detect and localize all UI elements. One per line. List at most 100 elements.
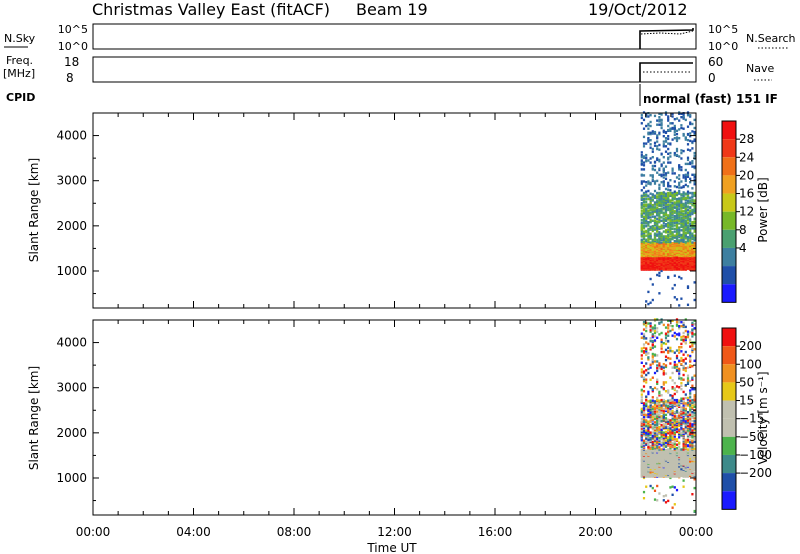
range-gate-cell — [642, 118, 646, 122]
range-gate-cell — [642, 385, 646, 388]
range-gate-cell — [658, 492, 661, 495]
range-gate-cell — [649, 277, 652, 281]
range-gate-cell — [675, 176, 679, 179]
range-gate-cell — [660, 398, 663, 402]
range-gate-cell — [686, 401, 690, 404]
cpid-label: CPID — [6, 91, 35, 104]
range-gate-cell — [664, 235, 668, 238]
range-gate-cell — [673, 442, 676, 446]
range-gate-cell — [660, 207, 663, 210]
range-gate-cell — [682, 149, 685, 153]
range-gate-cell — [660, 126, 663, 130]
range-gate-cell — [667, 117, 670, 120]
colorbar-tick-label: 16 — [739, 187, 754, 201]
range-gate-cell — [660, 216, 663, 219]
range-gate-cell — [671, 325, 674, 328]
range-gate-cell — [660, 191, 663, 195]
range-gate-cell — [658, 225, 661, 229]
range-gate-cell — [651, 219, 654, 222]
range-gate-cell — [642, 497, 646, 500]
range-gate-cell — [667, 436, 670, 439]
range-gate-cell — [686, 433, 690, 436]
range-gate-cell — [660, 219, 663, 222]
range-gate-cell — [658, 292, 661, 295]
range-gate-cell — [649, 301, 652, 304]
range-gate-cell — [642, 402, 646, 405]
range-gate-cell — [675, 390, 679, 393]
range-gate-cell — [651, 167, 654, 170]
range-gate-cell — [686, 143, 690, 146]
range-gate-cell — [656, 336, 659, 339]
nsky-label: N.Sky — [4, 32, 36, 45]
range-gate-cell — [640, 332, 643, 335]
range-gate-cell — [678, 448, 681, 451]
freq-label-line1: Freq. — [6, 54, 33, 67]
range-gate-cell — [675, 363, 679, 366]
velocity-ylabel: Slant Range [km] — [27, 366, 41, 470]
range-gate-cell — [675, 149, 679, 153]
colorbar-segment — [722, 139, 736, 158]
range-gate-cell — [651, 147, 654, 151]
range-gate-cell — [686, 125, 690, 128]
range-gate-cell — [653, 130, 657, 134]
range-gate-cell — [671, 216, 674, 219]
range-gate-cell — [669, 179, 672, 182]
range-gate-cell — [658, 148, 661, 151]
range-gate-cell — [691, 411, 694, 414]
range-gate-cell — [649, 337, 652, 340]
range-gate-cell — [660, 173, 663, 176]
freq-left-tick-bottom: 8 — [66, 71, 74, 85]
range-gate-cell — [658, 186, 661, 189]
range-gate-cell — [640, 122, 643, 125]
range-gate-cell — [689, 399, 692, 402]
range-gate-cell — [689, 223, 692, 226]
range-gate-cell — [693, 444, 696, 448]
range-gate-cell — [684, 413, 687, 416]
range-gate-cell — [649, 241, 652, 244]
range-gate-cell — [667, 275, 670, 279]
range-gate-cell — [684, 393, 687, 396]
range-gate-cell — [671, 434, 674, 437]
range-gate-cell — [680, 168, 683, 172]
colorbar-segment — [722, 211, 736, 230]
range-gate-cell — [669, 413, 672, 416]
range-gate-cell — [689, 217, 692, 220]
range-gate-cell — [664, 326, 668, 329]
colorbar-segment — [722, 346, 736, 365]
range-gate-cell — [669, 324, 672, 327]
range-gate-cell — [653, 498, 657, 501]
range-gate-cell — [678, 239, 681, 242]
range-gate-cell — [656, 238, 659, 241]
range-gate-cell — [651, 440, 654, 444]
range-gate-cell — [647, 449, 650, 452]
range-gate-cell — [686, 330, 690, 333]
range-gate-cell — [689, 424, 692, 427]
range-gate-cell — [682, 378, 685, 381]
range-gate-cell — [664, 177, 668, 180]
range-gate-cell — [664, 216, 668, 220]
range-gate-cell — [675, 136, 679, 139]
range-gate-cell — [678, 375, 681, 378]
range-gate-cell — [640, 180, 643, 183]
range-gate-cell — [640, 336, 643, 339]
freq-left-tick-top: 18 — [64, 55, 79, 69]
range-gate-cell — [684, 396, 687, 400]
range-gate-cell — [662, 383, 665, 386]
range-gate-cell — [667, 323, 670, 327]
range-gate-cell — [645, 142, 648, 145]
colorbar-tick-label: 50 — [739, 375, 754, 389]
range-gate-cell — [645, 229, 648, 233]
range-gate-cell — [680, 151, 683, 155]
range-gate-cell — [689, 392, 692, 395]
range-gate-cell — [664, 390, 668, 393]
range-gate-cell — [689, 389, 692, 392]
cpid-row: CPID normal (fast) 151 IF — [6, 84, 778, 106]
range-gate-cell — [693, 242, 696, 245]
range-gate-cell — [651, 298, 654, 302]
range-gate-cell — [647, 122, 650, 126]
range-gate-cell — [689, 364, 692, 367]
range-gate-cell — [660, 331, 663, 335]
range-gate-cell — [653, 242, 657, 245]
colorbar-segment — [722, 491, 736, 510]
range-gate-cell — [671, 485, 674, 488]
